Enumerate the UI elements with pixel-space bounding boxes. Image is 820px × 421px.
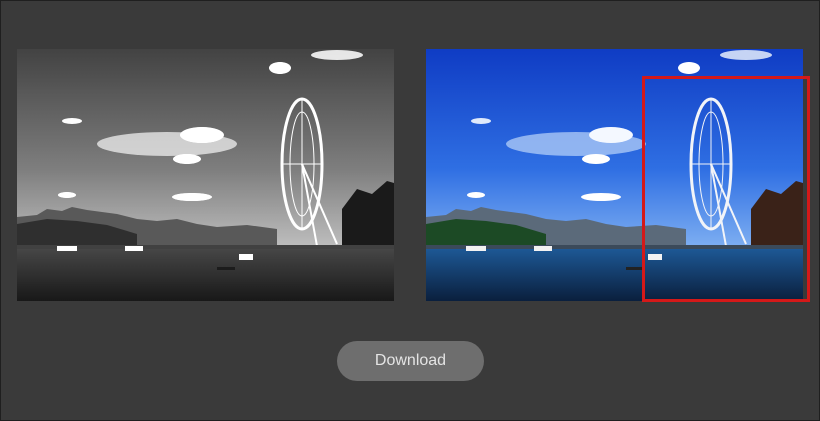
download-button[interactable]: Download <box>337 341 484 381</box>
grayscale-preview-image <box>17 49 394 301</box>
selection-rectangle[interactable] <box>642 76 810 302</box>
app-window: Download <box>0 0 820 421</box>
